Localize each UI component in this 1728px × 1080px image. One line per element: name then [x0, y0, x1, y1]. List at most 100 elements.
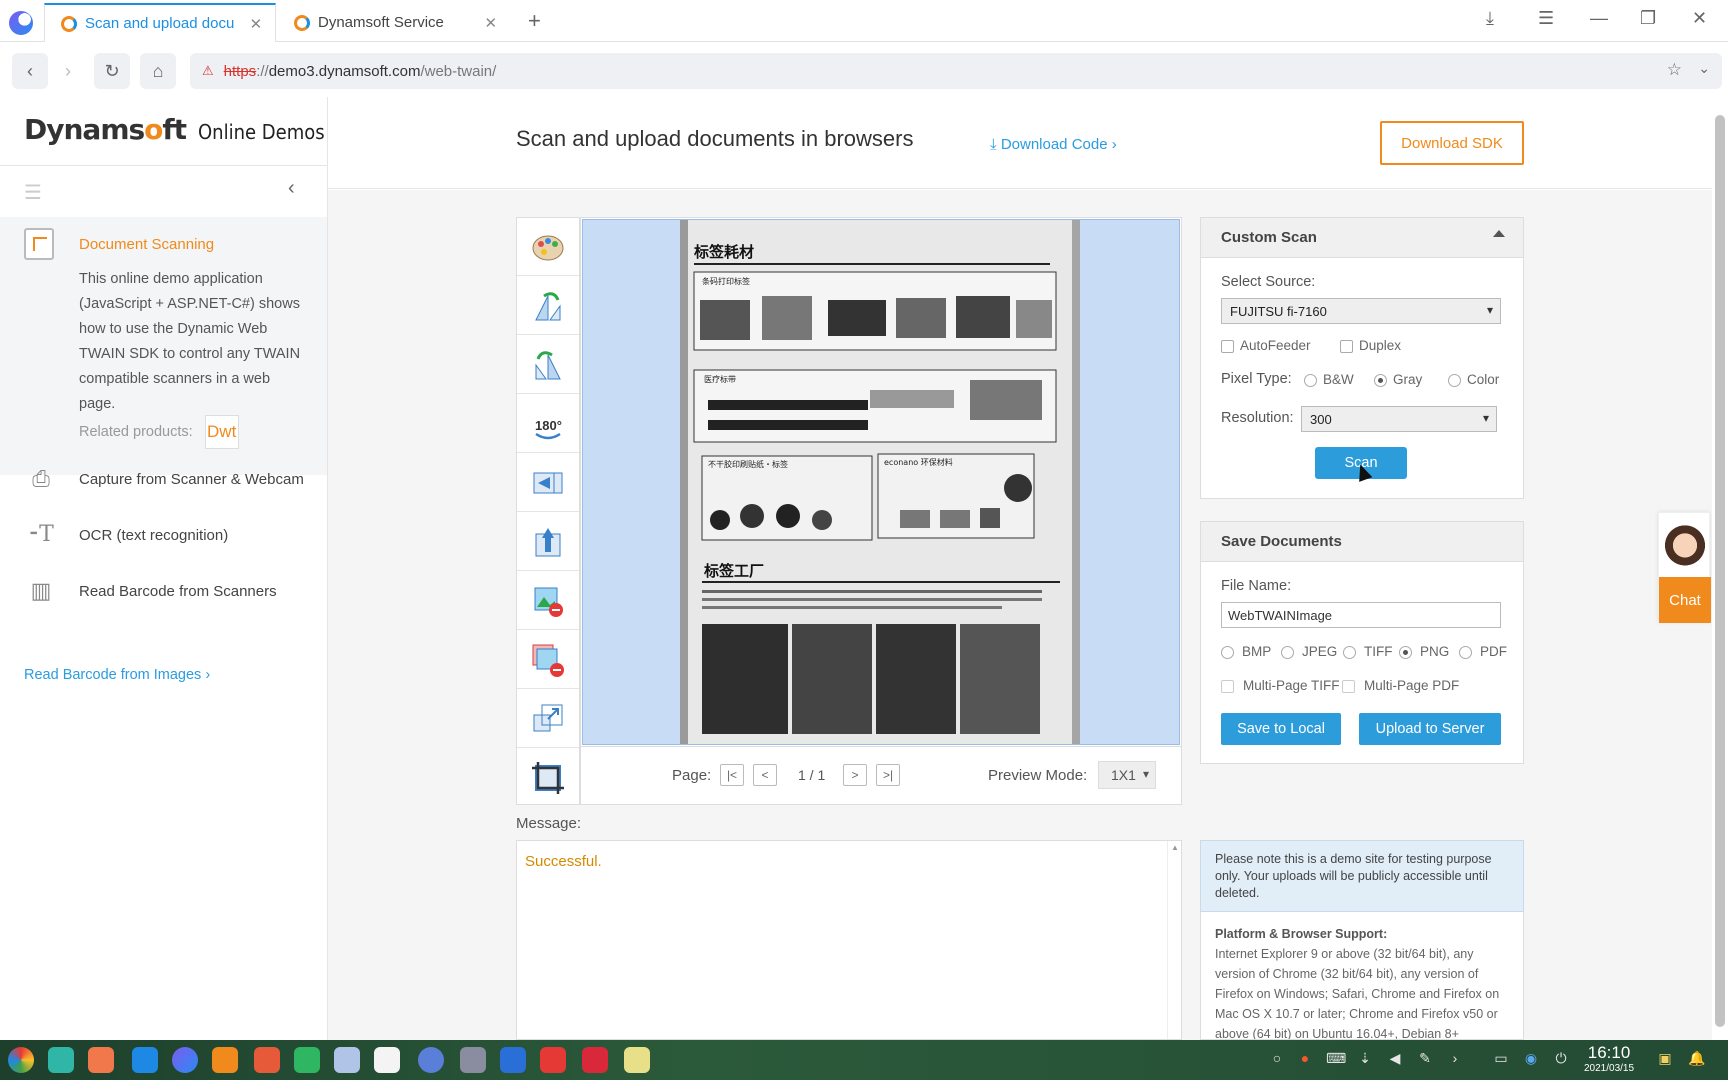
screen-icon[interactable]: ▭ [1492, 1050, 1510, 1068]
upload-to-server-button[interactable]: Upload to Server [1359, 713, 1501, 745]
tray-dot-icon[interactable]: ○ [1268, 1050, 1286, 1068]
sidebar-item-label[interactable]: Document Scanning [79, 236, 214, 253]
photos-icon[interactable] [254, 1047, 280, 1073]
browser-taskbar-icon[interactable] [172, 1047, 198, 1073]
video-icon[interactable] [540, 1047, 566, 1073]
pixel-color-radio[interactable] [1448, 374, 1461, 387]
remove-selected-icon[interactable] [517, 572, 579, 630]
next-page-button[interactable]: > [843, 764, 867, 786]
image-viewer[interactable]: 标签耗材 条码打印标签 医疗标带 不干胶印刷贴纸・标签 econano 环保材料… [580, 217, 1182, 747]
chat-widget[interactable]: Chat [1658, 512, 1711, 623]
format-jpeg-radio[interactable] [1281, 646, 1294, 659]
launcher-icon[interactable] [8, 1047, 34, 1073]
scrollbar-thumb[interactable] [1715, 115, 1725, 1027]
format-bmp-radio[interactable] [1221, 646, 1234, 659]
window-close-icon[interactable]: ✕ [1692, 8, 1707, 29]
hamburger-icon[interactable]: ☰ [24, 180, 46, 205]
address-bar[interactable]: ⚠ https :// demo3.dynamsoft.com /web-twa… [190, 53, 1722, 89]
scanned-document-image[interactable]: 标签耗材 条码打印标签 医疗标带 不干胶印刷贴纸・标签 econano 环保材料… [680, 220, 1080, 744]
collapse-caret-icon[interactable] [1493, 230, 1505, 237]
preview-mode-select[interactable]: 1X1 [1098, 761, 1156, 789]
multitask-icon[interactable] [48, 1047, 74, 1073]
browser-logo-icon[interactable] [9, 11, 33, 35]
power-icon[interactable]: ⏻ [1552, 1050, 1570, 1068]
chevron-down-icon[interactable]: ⌄ [1698, 60, 1710, 77]
close-icon[interactable]: ✕ [481, 14, 500, 32]
minimize-icon[interactable]: — [1590, 8, 1608, 29]
bookmark-star-icon[interactable]: ☆ [1667, 60, 1682, 80]
clock[interactable]: 16:10 2021/03/15 [1584, 1043, 1634, 1075]
pen-icon[interactable]: ✎ [1416, 1050, 1434, 1068]
rotate-left-icon[interactable] [517, 277, 579, 335]
message-scrollbar[interactable] [1167, 841, 1181, 1039]
duplex-checkbox[interactable] [1340, 340, 1353, 353]
close-icon[interactable]: ✕ [247, 15, 265, 33]
forward-button[interactable]: › [50, 53, 86, 89]
notes-icon[interactable] [624, 1047, 650, 1073]
pixel-bw-radio[interactable] [1304, 374, 1317, 387]
mirror-icon[interactable] [517, 454, 579, 512]
source-select[interactable]: FUJITSU fi-7160 [1221, 298, 1501, 324]
multi-page-tiff-checkbox[interactable] [1221, 680, 1234, 693]
volume-icon[interactable]: ◀ [1386, 1050, 1404, 1068]
store-icon[interactable] [212, 1047, 238, 1073]
tab-dynamsoft-service[interactable]: Dynamsoft Service ✕ [278, 3, 510, 42]
format-png-radio[interactable] [1399, 646, 1412, 659]
notes-tray-icon[interactable]: ▣ [1656, 1050, 1674, 1068]
autofeeder-checkbox[interactable] [1221, 340, 1234, 353]
notification-bell-icon[interactable]: 🔔 [1688, 1050, 1706, 1068]
rotate-180-icon[interactable]: 180° [517, 395, 579, 453]
dwt-product-badge[interactable]: Dwt [204, 415, 239, 449]
chevron-right-icon[interactable]: › [1446, 1050, 1464, 1068]
back-button[interactable]: ‹ [12, 53, 48, 89]
collapse-sidebar-icon[interactable]: ‹ [288, 177, 295, 200]
multi-page-pdf-checkbox[interactable] [1342, 680, 1355, 693]
download-code-link[interactable]: ⤓ Download Code › [990, 136, 1117, 153]
usb-icon[interactable]: ⇣ [1356, 1050, 1374, 1068]
new-tab-icon[interactable]: + [528, 8, 541, 34]
viewer-canvas[interactable]: 标签耗材 条码打印标签 医疗标带 不干胶印刷贴纸・标签 econano 环保材料… [582, 219, 1180, 745]
last-page-button[interactable]: >| [876, 764, 900, 786]
music-icon[interactable] [294, 1047, 320, 1073]
rotate-right-icon[interactable] [517, 336, 579, 394]
download-sdk-button[interactable]: Download SDK [1380, 121, 1524, 165]
security-icon[interactable]: ● [1296, 1050, 1314, 1068]
first-page-button[interactable]: |< [720, 764, 744, 786]
format-pdf-radio[interactable] [1459, 646, 1472, 659]
format-tiff-radio[interactable] [1343, 646, 1356, 659]
save-to-local-button[interactable]: Save to Local [1221, 713, 1341, 745]
remove-all-icon[interactable] [517, 631, 579, 689]
dynamsoft-taskbar-icon[interactable] [500, 1047, 526, 1073]
sidebar-item-ocr[interactable]: ⁃T OCR (text recognition) [0, 512, 327, 562]
sidebar-item-barcode-scanners[interactable]: ▥ Read Barcode from Scanners [0, 568, 327, 618]
restore-icon[interactable]: ❐ [1640, 8, 1656, 29]
menu-icon[interactable]: ☰ [1538, 8, 1554, 29]
file-manager-icon[interactable] [132, 1047, 158, 1073]
sidebar-item-capture[interactable]: ⎙ Capture from Scanner & Webcam [0, 456, 327, 506]
documents-icon[interactable] [334, 1047, 360, 1073]
home-button[interactable]: ⌂ [140, 53, 176, 89]
chat-button[interactable]: Chat [1659, 577, 1711, 623]
file-name-input[interactable]: WebTWAINImage [1221, 602, 1501, 628]
tab-scan-upload[interactable]: Scan and upload docu ✕ [44, 3, 276, 42]
download-icon[interactable]: ⤓ [1486, 8, 1494, 29]
keyboard-icon[interactable]: ⌨ [1326, 1050, 1346, 1068]
calendar-icon[interactable] [374, 1047, 400, 1073]
custom-scan-header[interactable]: Custom Scan [1201, 218, 1523, 258]
color-palette-icon[interactable] [517, 218, 579, 276]
settings-icon[interactable] [418, 1047, 444, 1073]
page-scrollbar[interactable] [1712, 97, 1728, 1040]
flip-icon[interactable] [517, 513, 579, 571]
app-store-icon[interactable] [88, 1047, 114, 1073]
read-barcode-images-link[interactable]: Read Barcode from Images › [24, 667, 210, 683]
camera-icon[interactable] [460, 1047, 486, 1073]
dynamsoft-logo[interactable]: Dynamsoft Online Demos [24, 113, 325, 146]
crop-icon[interactable] [517, 749, 579, 807]
message-box[interactable]: Successful. [516, 840, 1182, 1040]
resolution-select[interactable]: 300 [1301, 406, 1497, 432]
change-size-icon[interactable] [517, 690, 579, 748]
previous-page-button[interactable]: < [753, 764, 777, 786]
terminal-icon[interactable] [582, 1047, 608, 1073]
network-icon[interactable]: ◉ [1522, 1050, 1540, 1068]
reload-button[interactable]: ↻ [94, 53, 130, 89]
